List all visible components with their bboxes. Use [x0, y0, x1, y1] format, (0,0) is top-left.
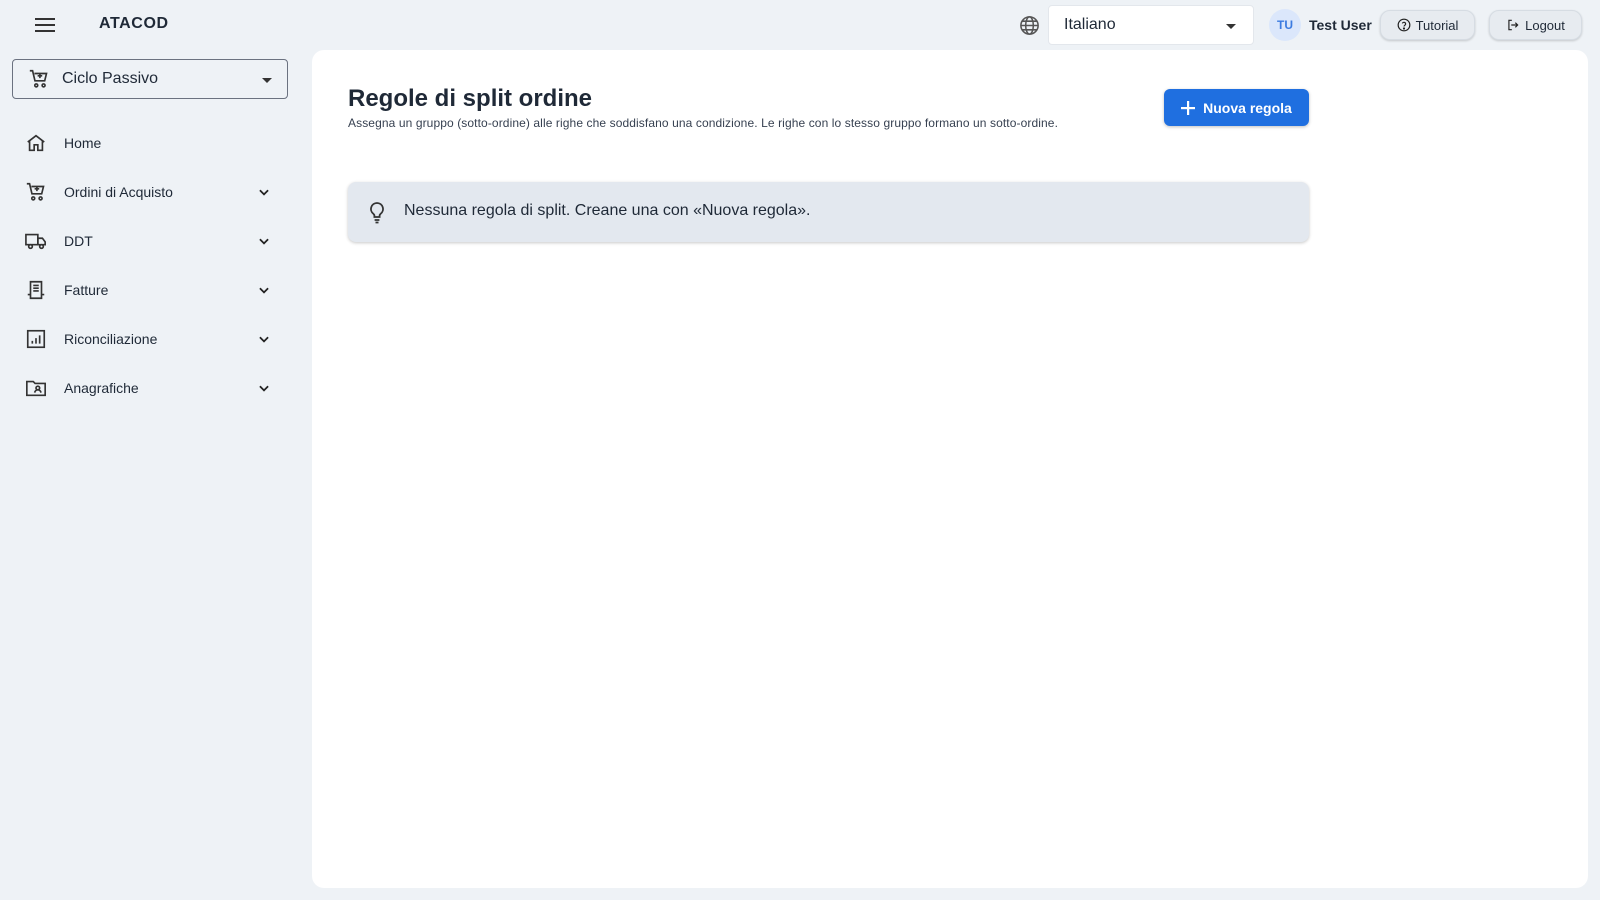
empty-state-message: Nessuna regola di split. Creane una con …	[348, 182, 1309, 242]
avatar: TU	[1269, 9, 1301, 41]
user-name: Test User	[1309, 17, 1372, 33]
dropdown-caret-icon	[262, 78, 272, 83]
tutorial-button[interactable]: Tutorial	[1380, 10, 1475, 40]
sidebar-item-label: Home	[64, 134, 102, 151]
sidebar-item-fatture[interactable]: Fatture	[0, 265, 300, 314]
chevron-down-icon[interactable]	[255, 330, 273, 348]
main-panel: Regole di split ordine Assegna un gruppo…	[312, 50, 1588, 888]
sidebar-item-riconciliazione[interactable]: Riconciliazione	[0, 314, 300, 363]
chevron-down-icon[interactable]	[255, 281, 273, 299]
chevron-down-icon[interactable]	[255, 232, 273, 250]
cycle-select[interactable]: Ciclo Passivo	[12, 59, 288, 99]
sidebar-item-label: Riconciliazione	[64, 330, 158, 347]
logout-icon	[1508, 19, 1519, 31]
hamburger-icon	[35, 18, 55, 32]
top-bar: ATACOD Italiano TU Test User Tutorial Lo…	[0, 0, 1600, 50]
receipt-icon	[24, 278, 48, 302]
language-select[interactable]: Italiano	[1048, 5, 1254, 45]
sidebar-item-anagrafiche[interactable]: Anagrafiche	[0, 363, 300, 412]
cart-icon	[29, 69, 48, 88]
chevron-down-icon[interactable]	[255, 183, 273, 201]
plus-icon	[1181, 100, 1196, 115]
sidebar-item-label: Fatture	[64, 281, 109, 298]
home-icon	[24, 131, 48, 155]
new-rule-button[interactable]: Nuova regola	[1164, 89, 1309, 126]
sidebar-item-label: DDT	[64, 232, 93, 249]
dropdown-caret-icon	[1226, 24, 1236, 29]
menu-button[interactable]	[29, 12, 61, 38]
app-brand: ATACOD	[99, 15, 169, 32]
page-subtitle: Assegna un gruppo (sotto-ordine) alle ri…	[348, 116, 1059, 130]
sidebar-item-ordini-di-acquisto[interactable]: Ordini di Acquisto	[0, 167, 300, 216]
lightbulb-icon	[370, 202, 384, 224]
sidebar-item-ddt[interactable]: DDT	[0, 216, 300, 265]
sidebar-item-label: Ordini di Acquisto	[64, 183, 173, 200]
sidebar-nav: Home Ordini di Acquisto DDT Fatture Rico…	[0, 118, 300, 412]
empty-state-text: Nessuna regola di split. Creane una con …	[404, 202, 811, 219]
sidebar-item-label: Anagrafiche	[64, 379, 139, 396]
chart-icon	[24, 327, 48, 351]
cart-icon	[24, 180, 48, 204]
cycle-select-value: Ciclo Passivo	[62, 70, 159, 87]
help-circle-icon	[1397, 18, 1410, 32]
language-select-value: Italiano	[1064, 16, 1116, 33]
logout-button-label: Logout	[1525, 17, 1565, 33]
sidebar-item-home[interactable]: Home	[0, 118, 300, 167]
tutorial-button-label: Tutorial	[1415, 17, 1459, 33]
folder-user-icon	[24, 376, 48, 400]
chevron-down-icon[interactable]	[255, 379, 273, 397]
globe-icon	[1020, 16, 1039, 35]
logout-button[interactable]: Logout	[1489, 10, 1582, 40]
truck-icon	[24, 229, 48, 253]
page-title: Regole di split ordine	[348, 85, 593, 112]
new-rule-button-label: Nuova regola	[1203, 99, 1292, 116]
